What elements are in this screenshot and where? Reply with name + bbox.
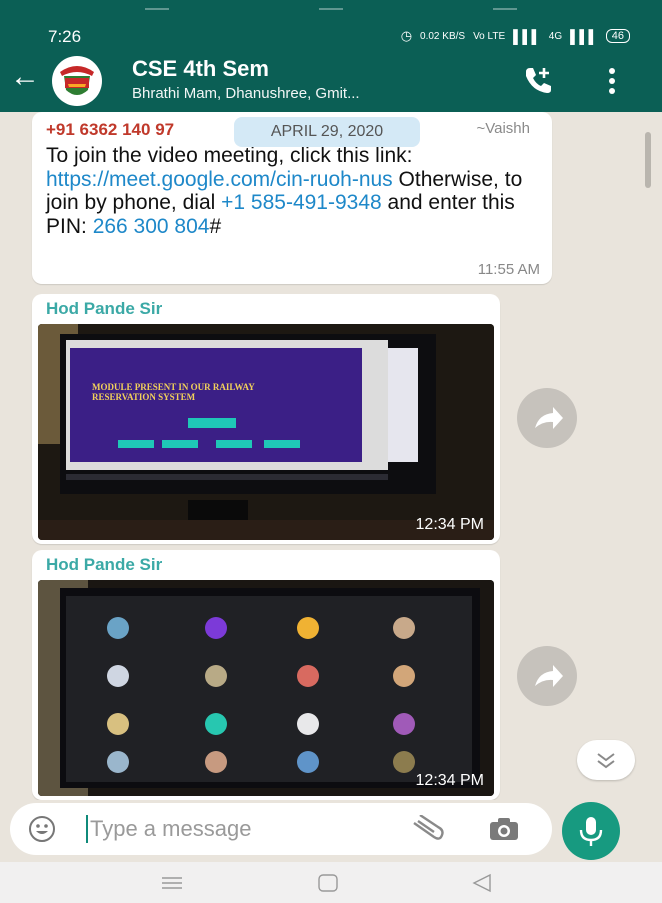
shared-photo[interactable]: MODULE PRESENT IN OUR RAILWAY RESERVATIO… [38,324,494,540]
forward-icon [535,665,563,687]
svg-text:MODULE PRESENT IN OUR RAILWAY: MODULE PRESENT IN OUR RAILWAY [92,382,255,392]
photo-monitor-slide: MODULE PRESENT IN OUR RAILWAY RESERVATIO… [38,324,494,540]
previous-nav-bar-remnant [0,0,662,22]
meet-link[interactable]: https://meet.google.com/cin-ruoh-nus [46,168,393,191]
menu-icon [145,0,169,10]
system-navigation-bar [0,862,662,903]
back-arrow-icon[interactable]: ← [10,60,40,94]
message-text: To join the video meeting, click this li… [46,144,536,238]
recent-apps-icon[interactable] [160,874,184,892]
home-icon [319,0,343,10]
message-sender[interactable]: +91 6362 140 97 [46,120,174,140]
net-speed: 0.02 KB/S [420,30,466,42]
college-logo-icon [53,57,101,105]
back-icon[interactable] [470,872,494,894]
scroll-to-bottom-button[interactable] [577,740,635,780]
chat-title[interactable]: CSE 4th Sem [132,56,269,82]
signal-icon: ▌▌▌ [513,28,541,44]
status-icons: ◷ 0.02 KB/S Vo LTE ▌▌▌ 4G ▌▌▌ 46 [401,28,630,44]
home-icon[interactable] [316,872,340,894]
microphone-icon [579,817,603,846]
image-message[interactable]: Hod Pande Sir MODULE PRESENT IN OUR RAIL… [32,294,500,544]
camera-icon[interactable] [488,815,520,843]
message-sender[interactable]: Hod Pande Sir [46,555,162,575]
text-line: To join the video meeting, click this li… [46,144,413,167]
alarm-icon: ◷ [400,28,413,43]
group-avatar[interactable] [52,56,102,106]
sender-alias: ~Vaishh [476,120,530,137]
message-input-bar[interactable]: Type a message [10,803,552,855]
battery-icon: 46 [605,29,630,43]
message-input[interactable]: Type a message [90,816,251,842]
forward-icon [535,407,563,429]
message-list[interactable]: +91 6362 140 97 ~Vaishh To join the vide… [0,112,662,800]
phone-link[interactable]: +1 585-491-9348 [221,191,382,214]
shared-photo[interactable]: 12:34 PM [38,580,494,796]
chat-participants[interactable]: Bhrathi Mam, Dhanushree, Gmit... [132,85,360,102]
status-bar: 7:26 ◷ 0.02 KB/S Vo LTE ▌▌▌ 4G ▌▌▌ 46 [0,22,662,50]
image-message[interactable]: Hod Pande Sir 12:34 PM [32,550,500,800]
svg-text:RESERVATION SYSTEM: RESERVATION SYSTEM [92,392,196,402]
forward-button[interactable] [517,388,577,448]
text-cursor [86,815,88,843]
volte-label: Vo LTE [473,30,506,42]
network-type: 4G [548,30,563,42]
pin-link[interactable]: 266 300 804 [93,215,210,238]
voice-record-button[interactable] [562,802,620,860]
status-time: 7:26 [48,27,82,46]
message-time: 11:55 AM [477,261,540,278]
double-chevron-down-icon [597,753,615,769]
message-time: 12:34 PM [415,516,484,533]
message-time: 12:34 PM [415,772,484,789]
date-divider: APRIL 29, 2020 [234,117,420,147]
pin-suffix: # [209,214,222,238]
signal2-icon: ▌▌▌ [570,28,598,44]
forward-button[interactable] [517,646,577,706]
message-sender[interactable]: Hod Pande Sir [46,299,162,319]
emoji-icon[interactable] [28,815,56,843]
photo-video-call-grid [38,580,494,796]
back-icon [493,0,517,10]
scrollbar[interactable] [645,132,651,188]
attach-icon[interactable] [408,815,446,843]
chat-header: ← CSE 4th Sem Bhrathi Mam, Dhanushree, G… [0,50,662,112]
more-options-icon[interactable] [603,64,621,98]
add-call-icon[interactable] [520,62,556,98]
